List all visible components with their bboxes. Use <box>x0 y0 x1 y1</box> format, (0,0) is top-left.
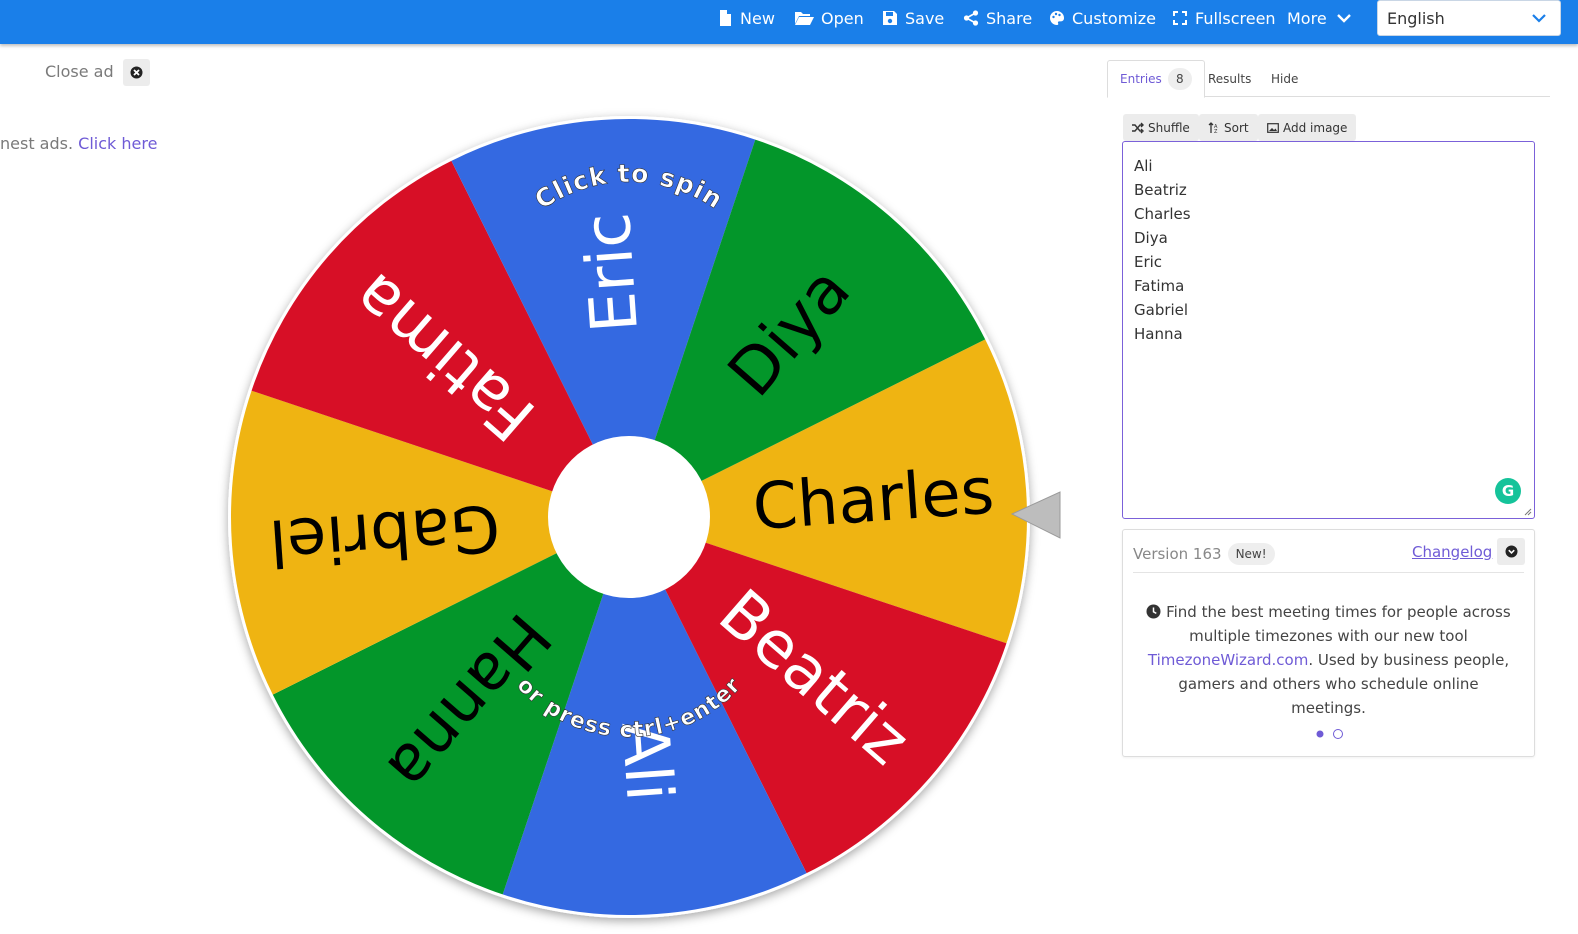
entry-line: Beatriz <box>1134 181 1187 199</box>
tab-entries-label: Entries <box>1120 72 1162 86</box>
ad-text: nest ads. Click here <box>0 134 157 153</box>
top-toolbar: New Open Save Share Customize Fullscreen… <box>0 0 1578 44</box>
wheel-graphic[interactable]: CharlesBeatrizAliHannaGabrielFatima Eric D… <box>218 106 1040 928</box>
tab-entries[interactable]: Entries 8 <box>1107 60 1205 98</box>
add-image-button-label: Add image <box>1283 120 1348 135</box>
changelog-toggle-button[interactable] <box>1497 538 1525 565</box>
sort-button-label: Sort <box>1224 120 1249 135</box>
fullscreen-button-label: Fullscreen <box>1195 8 1276 28</box>
language-select[interactable]: English <box>1377 0 1561 36</box>
entries-textarea[interactable]: Ali Beatriz Charles Diya Eric Fatima Gabriel Ha… <box>1122 141 1535 519</box>
timezonewizard-link[interactable]: TimezoneWizard.com <box>1148 651 1308 669</box>
close-ad-label: Close ad <box>45 62 114 81</box>
floppy-disk-icon <box>881 9 899 27</box>
language-select-value: English <box>1387 8 1445 28</box>
file-icon <box>716 9 734 27</box>
entry-line: Gabriel <box>1134 301 1189 319</box>
customize-button-label: Customize <box>1072 8 1156 28</box>
entry-line: Eric <box>1134 253 1163 271</box>
expand-icon <box>1171 9 1189 27</box>
share-button[interactable]: Share <box>962 0 1032 36</box>
svg-text:Z: Z <box>1214 129 1218 134</box>
clock-icon <box>1146 604 1161 619</box>
save-button[interactable]: Save <box>881 0 944 36</box>
shuffle-button-label: Shuffle <box>1148 120 1190 135</box>
open-button-label: Open <box>821 8 864 28</box>
info-body-pre: Find the best meeting times for people a… <box>1166 603 1511 645</box>
entry-line: Charles <box>1134 205 1191 223</box>
new-badge: New! <box>1227 543 1275 565</box>
tab-hide-label: Hide <box>1271 71 1299 86</box>
entries-list: Ali Beatriz Charles Diya Eric Fatima Gabriel Ha… <box>1134 154 1523 346</box>
chevron-circle-down-icon <box>1505 545 1517 558</box>
info-card-message: Find the best meeting times for people a… <box>1143 600 1514 720</box>
image-icon <box>1267 122 1279 133</box>
tab-results[interactable]: Results <box>1208 60 1251 97</box>
share-icon <box>962 9 980 27</box>
entry-line: Hanna <box>1134 325 1183 343</box>
spin-wheel[interactable]: Charles Beatriz Ali Hanna Gabriel Fatima Eric D… <box>218 106 1040 928</box>
panel-tabs: Entries 8 Results Hide <box>1107 60 1550 98</box>
wheel-pointer-arrow <box>1010 491 1061 539</box>
tab-results-label: Results <box>1208 71 1252 86</box>
add-image-button[interactable]: Add image <box>1258 114 1357 141</box>
sort-button[interactable]: AZ Sort <box>1199 114 1258 141</box>
entry-line: Diya <box>1134 229 1168 247</box>
carousel-dot-active[interactable] <box>1316 730 1324 738</box>
close-circle-icon <box>130 66 143 79</box>
new-button[interactable]: New <box>716 0 775 36</box>
wheel-label-eric: Eric <box>571 210 653 335</box>
palette-icon <box>1048 9 1066 27</box>
shuffle-icon <box>1132 122 1144 133</box>
entries-count-badge: 8 <box>1167 68 1192 90</box>
shuffle-button[interactable]: Shuffle <box>1123 114 1199 141</box>
version-label: Version 163 <box>1133 545 1222 563</box>
chevron-down-icon <box>1335 9 1353 27</box>
version-info: Version 163 New! <box>1133 543 1275 565</box>
chevron-down-icon <box>1532 14 1546 23</box>
wheel-center-hub <box>548 436 710 598</box>
card-divider <box>1133 572 1524 573</box>
open-button[interactable]: Open <box>793 0 864 36</box>
entry-line: Ali <box>1134 157 1153 175</box>
carousel-dots <box>1315 729 1343 739</box>
tab-hide[interactable]: Hide <box>1271 60 1298 97</box>
resize-handle-icon[interactable] <box>1524 508 1532 516</box>
folder-open-icon <box>793 9 815 27</box>
save-button-label: Save <box>905 8 945 28</box>
share-button-label: Share <box>986 8 1033 28</box>
customize-button[interactable]: Customize <box>1048 0 1156 36</box>
close-ad-button[interactable] <box>123 59 150 86</box>
ad-click-here-link[interactable]: Click here <box>78 134 157 153</box>
ad-text-fragment: nest ads. <box>0 134 74 153</box>
more-button-label: More <box>1287 8 1327 28</box>
fullscreen-button[interactable]: Fullscreen <box>1171 0 1276 36</box>
entry-line: Fatima <box>1134 277 1185 295</box>
more-menu-button[interactable]: More <box>1287 0 1359 36</box>
sort-icon: AZ <box>1208 121 1218 134</box>
carousel-dot[interactable] <box>1333 729 1343 739</box>
info-card: Version 163 New! Changelog Find the best… <box>1122 529 1535 757</box>
changelog-link[interactable]: Changelog <box>1412 543 1492 561</box>
grammarly-icon[interactable]: G <box>1495 478 1521 504</box>
new-button-label: New <box>740 8 775 28</box>
